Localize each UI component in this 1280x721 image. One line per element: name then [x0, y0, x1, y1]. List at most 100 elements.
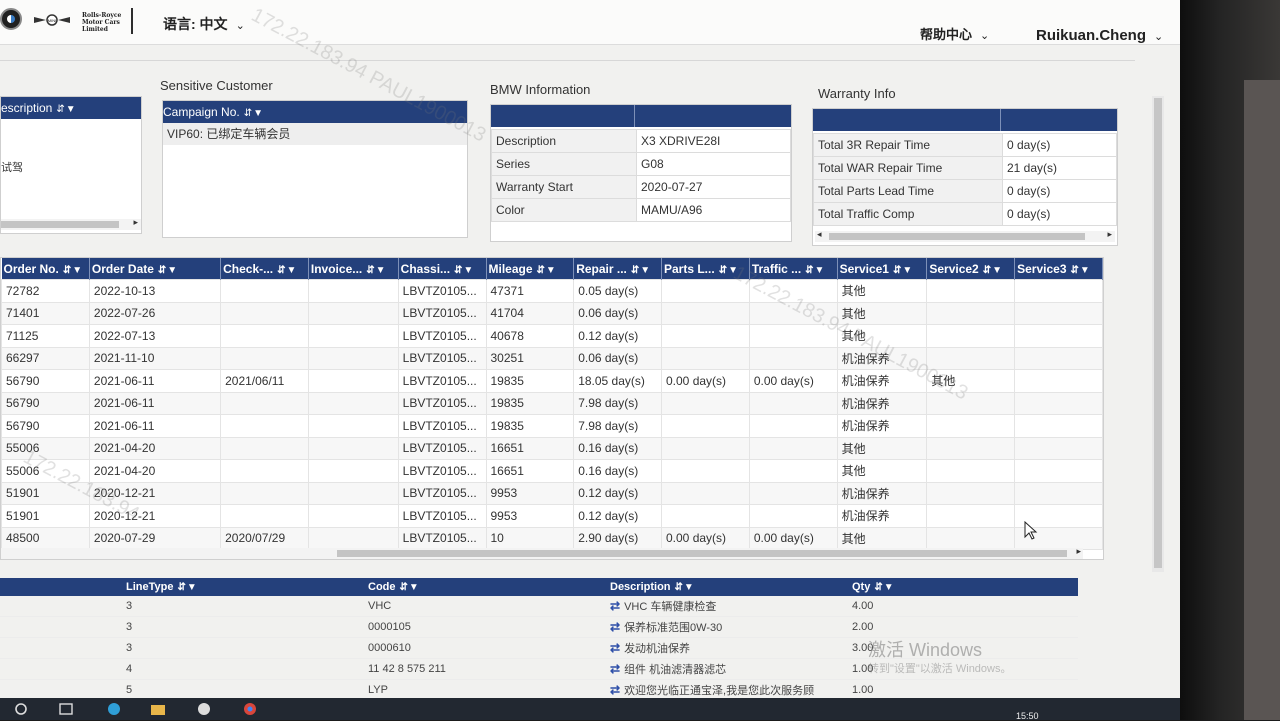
col-code[interactable]: Code ⇵▼: [364, 578, 606, 596]
edge-browser-icon[interactable]: [106, 702, 122, 716]
bmw-logo: [0, 8, 22, 30]
swap-arrows-icon[interactable]: ⇄: [610, 662, 620, 676]
field-label: Total WAR Repair Time: [813, 156, 1003, 180]
col-order-date[interactable]: Order Date ⇵▼: [89, 258, 222, 280]
table-row[interactable]: 71401 2022-07-26 LBVTZ0105... 41704 0.06 day…: [1, 301, 1103, 325]
table-cell: 2022-10-13: [88, 279, 222, 303]
scroll-thumb[interactable]: [1154, 98, 1162, 568]
help-center-menu[interactable]: 帮助中心 ⌄: [920, 24, 989, 43]
table-cell: [307, 526, 399, 550]
table-row[interactable]: 48500 2020-07-29 2020/07/29 LBVTZ0105... 10 2…: [1, 526, 1103, 550]
scroll-right-arrow-icon[interactable]: ▸: [1076, 546, 1081, 557]
table-cell: 56790: [1, 391, 90, 415]
scroll-thumb[interactable]: [1, 221, 119, 228]
table-cell: [307, 436, 399, 460]
col-linetype[interactable]: LineType ⇵▼: [122, 578, 364, 596]
sort-filter-icon[interactable]: ⇵▼: [675, 582, 695, 593]
order-table: Order No. ⇵▼ Order Date ⇵▼ Check-... ⇵▼ Inv…: [1, 258, 1103, 550]
sort-filter-icon[interactable]: ⇵▼: [874, 582, 894, 593]
sort-filter-icon[interactable]: ⇵▼: [244, 108, 264, 119]
col-description[interactable]: Description ⇵▼: [606, 578, 848, 596]
field-label: Total Traffic Comp: [813, 202, 1003, 226]
swap-arrows-icon[interactable]: ⇄: [610, 683, 620, 697]
sort-filter-icon[interactable]: ⇵▼: [893, 265, 913, 276]
chrome-icon[interactable]: [242, 702, 258, 716]
sort-filter-icon[interactable]: ⇵▼: [366, 265, 386, 276]
sort-filter-icon[interactable]: ⇵▼: [1071, 265, 1091, 276]
table-row[interactable]: 71125 2022-07-13 LBVTZ0105... 40678 0.12 day…: [1, 324, 1103, 348]
table-cell: [926, 504, 1016, 528]
sort-filter-icon[interactable]: ⇵▼: [805, 265, 825, 276]
sort-filter-icon[interactable]: ⇵▼: [400, 582, 420, 593]
language-label: 语言: 中文: [163, 16, 228, 32]
campaign-header-label: Campaign No.: [163, 105, 240, 119]
sort-filter-icon[interactable]: ⇵▼: [631, 265, 651, 276]
col-qty[interactable]: Qty ⇵▼: [848, 578, 1078, 596]
scroll-thumb[interactable]: [337, 550, 1067, 557]
list-item[interactable]: 3 0000105 ⇄ 保养标准范围0W-30 2.00: [0, 616, 1078, 638]
vertical-scrollbar[interactable]: [1152, 96, 1164, 572]
table-row[interactable]: 51901 2020-12-21 LBVTZ0105... 9953 0.12 day(…: [1, 504, 1103, 528]
table-cell: LBVTZ0105...: [397, 526, 487, 550]
sort-filter-icon[interactable]: ⇵▼: [537, 265, 557, 276]
swap-arrows-icon[interactable]: ⇄: [610, 599, 620, 613]
campaign-row[interactable]: VIP60: 已绑定车辆会员: [163, 123, 467, 145]
scroll-right-arrow-icon[interactable]: ▸: [133, 217, 138, 228]
horizontal-scrollbar[interactable]: ▸: [1, 546, 1083, 559]
list-item[interactable]: 3 VHC ⇄ VHC 车辆健康检查 4.00: [0, 596, 1078, 617]
table-row[interactable]: 72782 2022-10-13 LBVTZ0105... 47371 0.05 day…: [1, 279, 1103, 303]
task-view-icon[interactable]: [58, 702, 74, 716]
scroll-thumb[interactable]: [829, 233, 1085, 240]
column-label: Order No.: [3, 261, 59, 276]
user-menu[interactable]: Ruikuan.Cheng ⌄: [1036, 27, 1163, 44]
table-cell: [661, 391, 750, 415]
scroll-right-arrow-icon[interactable]: ▸: [1107, 229, 1112, 240]
horizontal-scrollbar[interactable]: ▸: [1, 217, 141, 230]
language-selector[interactable]: 语言: 中文 ⌄: [163, 14, 245, 34]
search-icon[interactable]: [14, 702, 30, 716]
table-cell: [926, 459, 1016, 483]
order-header-row: Order No. ⇵▼ Order Date ⇵▼ Check-... ⇵▼ Inv…: [1, 258, 1103, 280]
table-row[interactable]: 55006 2021-04-20 LBVTZ0105... 16651 0.16 day…: [1, 436, 1103, 460]
col-mileage[interactable]: Mileage ⇵▼: [486, 258, 575, 280]
sort-filter-icon[interactable]: ⇵▼: [983, 265, 1003, 276]
swap-arrows-icon[interactable]: ⇄: [610, 620, 620, 634]
table-cell: [926, 391, 1016, 415]
horizontal-scrollbar[interactable]: ◂ ▸: [815, 229, 1115, 242]
app-icon[interactable]: [196, 702, 212, 716]
col-service1[interactable]: Service1 ⇵▼: [837, 258, 928, 280]
column-label: LineType: [126, 581, 174, 593]
warranty-row: Total Traffic Comp 0 day(s): [813, 202, 1117, 226]
sort-filter-icon[interactable]: ⇵▼: [63, 265, 83, 276]
table-cell: 2020-07-29: [88, 526, 222, 550]
sort-filter-icon[interactable]: ⇵▼: [177, 582, 197, 593]
col-service2[interactable]: Service2 ⇵▼: [926, 258, 1016, 280]
divider: [0, 60, 1135, 61]
col-service3[interactable]: Service3 ⇵▼: [1014, 258, 1103, 280]
table-row[interactable]: 56790 2021-06-11 LBVTZ0105... 19835 7.98 day…: [1, 391, 1103, 415]
file-explorer-icon[interactable]: [150, 702, 166, 716]
description-header[interactable]: escription ⇵▼: [1, 97, 141, 119]
swap-arrows-icon[interactable]: ⇄: [610, 641, 620, 655]
sort-filter-icon[interactable]: ⇵▼: [277, 265, 297, 276]
table-cell: LBVTZ0105...: [397, 414, 487, 438]
table-row[interactable]: 56790 2021-06-11 LBVTZ0105... 19835 7.98 day…: [1, 414, 1103, 438]
table-row[interactable]: 51901 2020-12-21 LBVTZ0105... 9953 0.12 day(…: [1, 481, 1103, 505]
sort-filter-icon[interactable]: ⇵▼: [56, 104, 76, 115]
field-value: G08: [636, 152, 791, 176]
table-cell: 2021-11-10: [88, 346, 222, 370]
col-chassis[interactable]: Chassi... ⇵▼: [398, 258, 487, 280]
col-invoice[interactable]: Invoice... ⇵▼: [308, 258, 399, 280]
field-label: Warranty Start: [491, 175, 637, 199]
table-cell: 2020/07/29: [220, 526, 309, 550]
scroll-left-arrow-icon[interactable]: ◂: [817, 229, 822, 240]
table-row[interactable]: 55006 2021-04-20 LBVTZ0105... 16651 0.16 day…: [1, 459, 1103, 483]
table-cell: [926, 324, 1016, 348]
sort-filter-icon[interactable]: ⇵▼: [158, 265, 178, 276]
table-cell: LBVTZ0105...: [397, 301, 487, 325]
col-repair[interactable]: Repair ... ⇵▼: [573, 258, 662, 280]
bmw-info-row: Warranty Start 2020-07-27: [491, 175, 791, 199]
col-order-no[interactable]: Order No. ⇵▼: [1, 258, 90, 280]
col-check-in[interactable]: Check-... ⇵▼: [220, 258, 309, 280]
sort-filter-icon[interactable]: ⇵▼: [454, 265, 474, 276]
